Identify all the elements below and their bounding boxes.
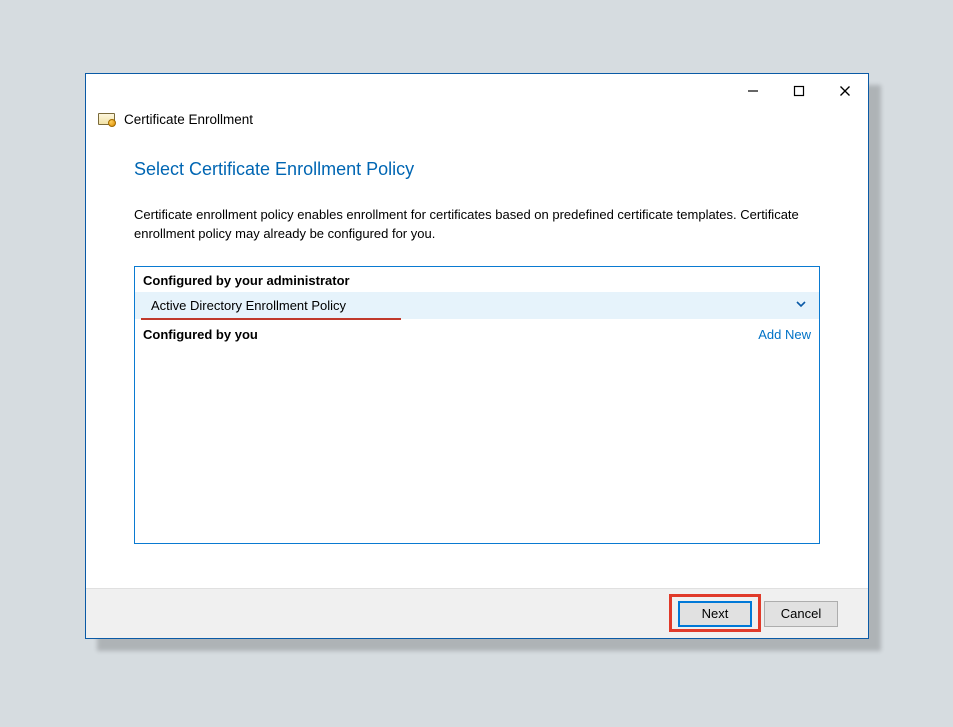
policy-item-ad[interactable]: Active Directory Enrollment Policy [135,292,819,319]
page-title: Select Certificate Enrollment Policy [134,159,820,180]
you-section-label: Configured by you [143,327,258,342]
page-description: Certificate enrollment policy enables en… [134,206,820,244]
header-title: Certificate Enrollment [124,112,253,127]
highlight-underline [141,318,401,320]
admin-section-header: Configured by your administrator [135,267,819,292]
add-new-link[interactable]: Add New [758,327,811,342]
policy-item-label: Active Directory Enrollment Policy [151,298,346,313]
policy-list: Configured by your administrator Active … [134,266,820,544]
minimize-button[interactable] [730,76,776,106]
cancel-button[interactable]: Cancel [764,601,838,627]
maximize-button[interactable] [776,76,822,106]
close-button[interactable] [822,76,868,106]
header-row: Certificate Enrollment [86,108,868,131]
footer: Next Cancel [86,588,868,638]
titlebar [86,74,868,108]
you-section-header: Configured by you Add New [135,319,819,346]
admin-section: Configured by your administrator Active … [135,267,819,319]
certificate-icon [98,113,116,127]
chevron-down-icon[interactable] [795,298,807,312]
wizard-window: Certificate Enrollment Select Certificat… [85,73,869,639]
content-area: Select Certificate Enrollment Policy Cer… [86,131,868,588]
next-button[interactable]: Next [678,601,752,627]
